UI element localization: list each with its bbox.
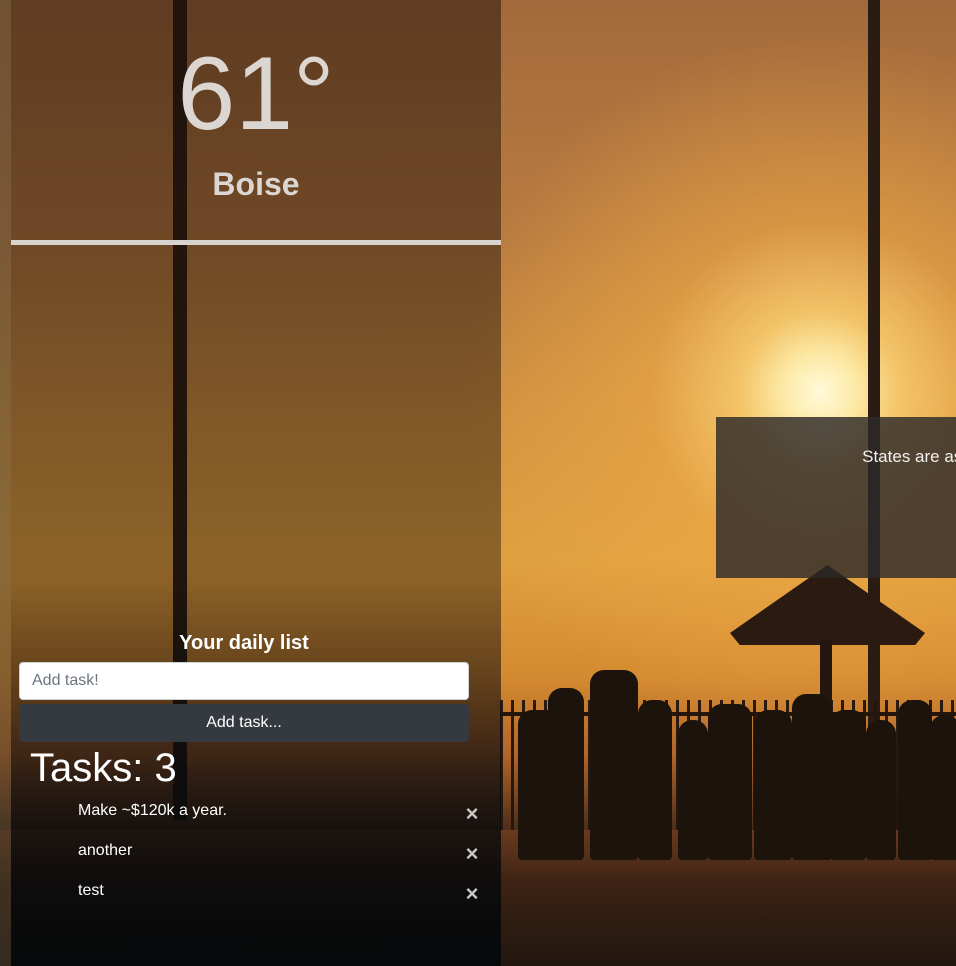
add-task-input[interactable] (19, 662, 469, 700)
close-icon[interactable]: × (462, 843, 482, 865)
crowd-silhouettes (510, 660, 956, 860)
city-name: Boise (212, 166, 300, 202)
task-list: Make ~$120k a year. × another × test × (30, 795, 485, 915)
list-item: test × (30, 875, 485, 915)
add-task-button[interactable]: Add task... (19, 704, 469, 742)
task-count: Tasks: 3 (30, 746, 177, 790)
quote-box: States are as the men, t chara - I (716, 417, 956, 578)
left-edge-shade (0, 0, 11, 966)
list-item: Make ~$120k a year. × (30, 795, 485, 835)
temperature: 61° (177, 36, 335, 152)
task-text: test (78, 882, 104, 899)
close-icon[interactable]: × (462, 883, 482, 905)
quote-text: States are as the men, t chara (862, 447, 956, 466)
task-text: another (78, 842, 133, 859)
task-text: Make ~$120k a year. (78, 802, 227, 819)
list-item: another × (30, 835, 485, 875)
quote-author: - I (766, 512, 956, 539)
todo-title: Your daily list (179, 632, 309, 654)
close-icon[interactable]: × (462, 803, 482, 825)
weather-divider (11, 240, 501, 245)
todo-form: Your daily list Add task... (19, 628, 469, 742)
weather-widget: 61° Boise (11, 0, 501, 245)
